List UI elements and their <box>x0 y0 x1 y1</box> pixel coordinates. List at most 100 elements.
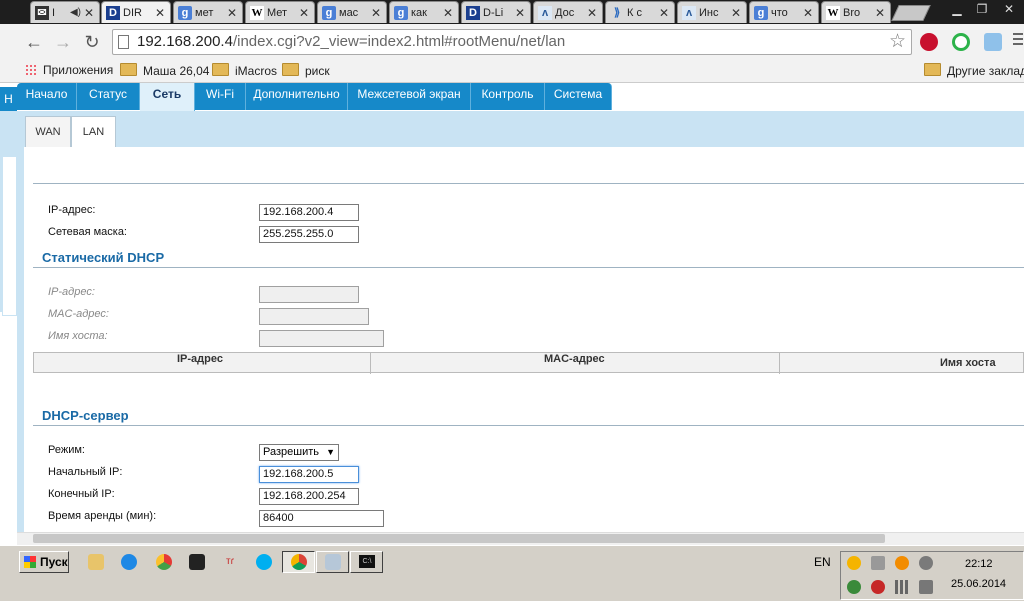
end-ip-input[interactable]: 192.168.200.254 <box>259 488 359 505</box>
tab-lan[interactable]: LAN <box>71 116 116 147</box>
language-indicator[interactable]: EN <box>814 555 831 569</box>
end-ip-label: Конечный IP: <box>48 488 115 500</box>
address-bar[interactable]: 192.168.200.4/index.cgi?v2_view=index2.h… <box>112 29 912 55</box>
browser-tab[interactable]: g мет ✕ <box>173 1 243 23</box>
netmask-input[interactable]: 255.255.255.0 <box>259 226 359 243</box>
close-icon[interactable]: ✕ <box>299 2 309 23</box>
bookmark-folder[interactable]: iMacros <box>212 63 277 78</box>
browser-tab[interactable]: g что ✕ <box>749 1 819 23</box>
menu-item-firewall[interactable]: Межсетевой экран <box>348 83 471 110</box>
start-ip-input[interactable]: 192.168.200.5 <box>259 466 359 483</box>
tab-wan[interactable]: WAN <box>25 116 71 147</box>
menu-item-wifi[interactable]: Wi-Fi <box>195 83 246 110</box>
browser-tab[interactable]: ᴧ Инс ✕ <box>677 1 747 23</box>
restore-icon[interactable]: ❐ <box>970 0 994 18</box>
menu-item-system[interactable]: Система <box>545 83 612 110</box>
static-mac-input[interactable] <box>259 308 369 325</box>
browser-tab[interactable]: ᴧ Доc ✕ <box>533 1 603 23</box>
forward-arrow-icon[interactable]: → <box>52 31 74 53</box>
router-top-menu: Начало Статус Сеть Wi-Fi Дополнительно М… <box>17 83 1024 111</box>
close-icon[interactable]: ✕ <box>803 2 813 23</box>
volume-icon[interactable] <box>919 580 933 594</box>
bird-icon: ᴧ <box>538 6 552 20</box>
start-button[interactable]: Пуск <box>19 551 69 573</box>
close-icon[interactable]: ✕ <box>587 2 597 23</box>
bookmark-star-icon[interactable]: ☆ <box>889 30 906 54</box>
close-icon[interactable]: ✕ <box>155 2 165 23</box>
signal-icon[interactable] <box>895 580 909 594</box>
adblock-icon[interactable] <box>920 33 938 51</box>
quick-launch-blue-icon[interactable] <box>121 554 137 570</box>
menu-item-status[interactable]: Статус <box>77 83 140 110</box>
apps-grid-icon <box>25 64 37 76</box>
avast-icon[interactable] <box>895 556 909 570</box>
browser-tab[interactable]: W Мет ✕ <box>245 1 315 23</box>
menu-item-start[interactable]: Начало <box>17 83 77 110</box>
quick-launch-red-icon[interactable]: ᴛɾ <box>222 554 238 570</box>
close-icon[interactable]: ✕ <box>227 2 237 23</box>
background-panel <box>0 111 17 316</box>
mute-icon[interactable]: ◀) <box>70 2 81 23</box>
quick-launch-dark-icon[interactable] <box>189 554 205 570</box>
close-icon[interactable]: ✕ <box>875 2 885 23</box>
browser-tab[interactable]: D D-Li ✕ <box>461 1 531 23</box>
mode-select[interactable]: Разрешить ▼ <box>259 444 339 461</box>
extension-green-icon[interactable] <box>952 33 970 51</box>
security-icon[interactable] <box>847 580 861 594</box>
close-icon[interactable]: ✕ <box>515 2 525 23</box>
browser-tab-active[interactable]: D DIR ✕ <box>101 1 171 23</box>
window-close-icon[interactable]: ✕ <box>997 0 1021 18</box>
minimize-icon[interactable]: ▁ <box>945 0 969 18</box>
warning-icon[interactable] <box>871 580 885 594</box>
menu-icon[interactable] <box>1013 33 1023 51</box>
static-ip-input[interactable] <box>259 286 359 303</box>
close-icon[interactable]: ✕ <box>443 2 453 23</box>
back-arrow-icon[interactable]: ← <box>23 31 45 53</box>
bookmarks-bar: Приложения Маша 26,04 iMacros риск Други… <box>0 60 1024 83</box>
usb-icon[interactable] <box>871 556 885 570</box>
close-icon[interactable]: ✕ <box>371 2 381 23</box>
quick-launch-multicolor-icon[interactable] <box>156 554 172 570</box>
paint-icon <box>325 554 341 570</box>
browser-tab[interactable]: g как ✕ <box>389 1 459 23</box>
divider <box>33 425 1024 426</box>
browser-tab[interactable]: g мас ✕ <box>317 1 387 23</box>
reload-icon[interactable]: ↻ <box>81 31 103 53</box>
browser-tab[interactable]: W Bro ✕ <box>821 1 891 23</box>
extension-badge-icon[interactable] <box>984 33 1002 51</box>
dlink-icon: D <box>106 6 120 20</box>
notification-icon[interactable] <box>847 556 861 570</box>
clock-date: 25.06.2014 <box>951 578 1007 590</box>
skype-icon[interactable] <box>256 554 272 570</box>
new-tab-button[interactable] <box>891 5 931 21</box>
close-icon[interactable]: ✕ <box>659 2 669 23</box>
wikipedia-icon: W <box>826 6 840 20</box>
bookmark-apps[interactable]: Приложения <box>25 63 113 77</box>
menu-item-control[interactable]: Контроль <box>471 83 545 110</box>
menu-item-network[interactable]: Сеть <box>140 83 195 111</box>
chrome-taskbar-button[interactable] <box>282 551 315 573</box>
start-ip-label: Начальный IP: <box>48 466 123 478</box>
browser-tab[interactable]: ⟫ К с ✕ <box>605 1 675 23</box>
lease-time-input[interactable]: 86400 <box>259 510 384 527</box>
dropdown-arrow-icon: ▼ <box>326 447 335 457</box>
menu-item-advanced[interactable]: Дополнительно <box>246 83 348 110</box>
chrome-icon <box>291 554 307 570</box>
close-icon[interactable]: ✕ <box>84 2 94 23</box>
clock-time: 22:12 <box>965 558 993 570</box>
scrollbar-thumb[interactable] <box>33 534 885 543</box>
static-mac-label: MAC-адрес: <box>48 308 109 320</box>
other-bookmarks[interactable]: Другие заклад <box>924 63 1024 78</box>
bell-icon[interactable] <box>919 556 933 570</box>
browser-tab[interactable]: ✉ I ◀) ✕ <box>30 1 100 23</box>
google-icon: g <box>322 6 336 20</box>
bookmark-folder[interactable]: риск <box>282 63 330 78</box>
close-icon[interactable]: ✕ <box>731 2 741 23</box>
static-hostname-input[interactable] <box>259 330 384 347</box>
cmd-taskbar-button[interactable]: C:\ <box>350 551 383 573</box>
ip-address-input[interactable]: 192.168.200.4 <box>259 204 359 221</box>
paint-taskbar-button[interactable] <box>316 551 349 573</box>
url-path: /index.cgi?v2_view=index2.html#rootMenu/… <box>232 33 566 50</box>
bookmark-folder[interactable]: Маша 26,04 <box>120 63 209 78</box>
explorer-icon[interactable] <box>88 554 104 570</box>
